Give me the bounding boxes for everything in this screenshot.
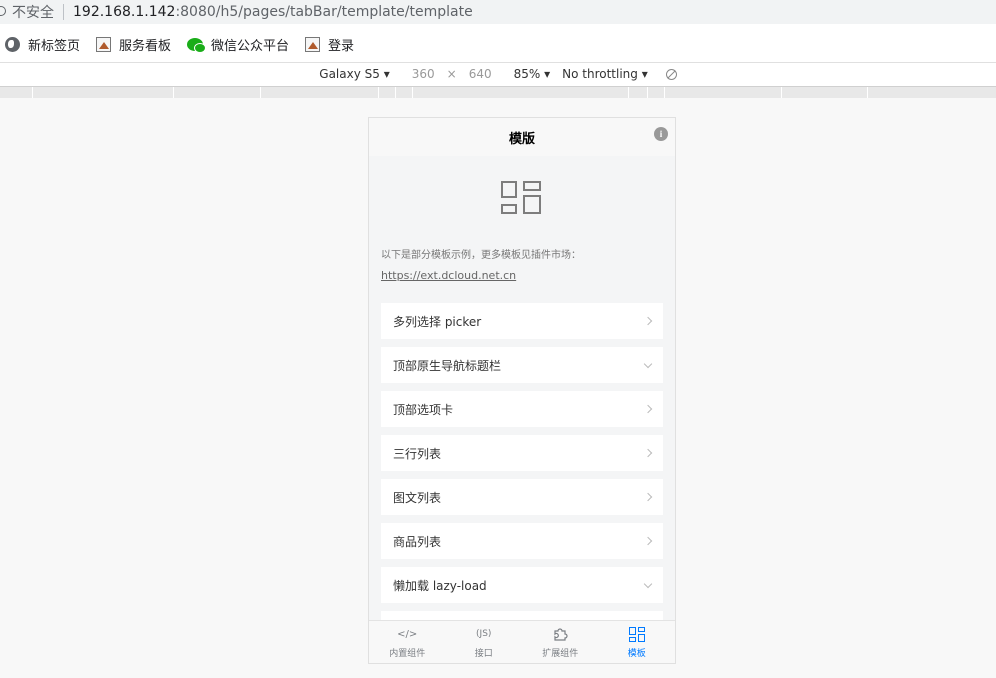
list-item[interactable]: 多列选择 picker (381, 303, 663, 339)
info-icon[interactable]: i (654, 127, 668, 141)
list-item-label: 顶部选项卡 (393, 402, 454, 417)
js-icon: (JS) (476, 629, 492, 639)
disable-icon[interactable] (665, 68, 677, 80)
list-item-label: 商品列表 (393, 534, 442, 549)
tab-label: 接口 (474, 649, 493, 659)
bookmark-new-tab[interactable]: 新标签页 (5, 35, 80, 54)
tab-builtin-components[interactable]: </> 内置组件 (369, 621, 446, 663)
image-icon (96, 36, 112, 52)
dimension-separator: × (446, 67, 457, 81)
bookmark-label: 服务看板 (119, 38, 172, 54)
bookmark-label: 登录 (328, 38, 355, 54)
list-item[interactable]: 商品列表 (381, 523, 663, 559)
viewport-width[interactable]: 360 (412, 67, 435, 81)
tab-bar: </> 内置组件 (JS) 接口 扩展组件 模板 (369, 620, 676, 663)
chevron-right-icon (643, 448, 653, 458)
list-item-label: 图文列表 (393, 490, 442, 505)
url-path[interactable]: :8080/h5/pages/tabBar/template/template (175, 4, 472, 20)
insecure-label[interactable]: 不安全 (12, 2, 54, 22)
globe-icon (5, 36, 20, 52)
list-item-label: 三行列表 (393, 446, 442, 461)
bookmark-label: 新标签页 (28, 38, 81, 54)
template-grid-icon (628, 626, 645, 642)
list-item[interactable]: 顶部选项卡 (381, 391, 663, 427)
list-item[interactable]: 三行列表 (381, 435, 663, 471)
code-icon: </> (397, 628, 418, 640)
tab-label: 模板 (627, 649, 646, 659)
navigation-bar: 模版 i (369, 118, 675, 156)
chevron-right-icon (643, 316, 653, 326)
chevron-right-icon (643, 492, 653, 502)
list-item[interactable]: 懒加载 lazy-load (381, 567, 663, 603)
tab-api[interactable]: (JS) 接口 (446, 621, 523, 663)
intro-text: 以下是部分模板示例，更多模板见插件市场： (381, 250, 581, 261)
list-item-label: 多列选择 picker (393, 314, 482, 329)
puzzle-icon (552, 626, 568, 642)
bookmarks-bar: 新标签页 服务看板 微信公众平台 登录 (0, 26, 996, 63)
chevron-down-icon (643, 579, 653, 588)
tab-label: 扩展组件 (542, 649, 579, 659)
phone-viewport: 模版 i 以下是部分模板示例，更多模板见插件市场： https://ext.dc… (368, 117, 676, 664)
bookmark-service-board[interactable]: 服务看板 (96, 35, 171, 54)
list-item[interactable]: 顶部原生导航标题栏 (381, 347, 663, 383)
intro-block: 以下是部分模板示例，更多模板见插件市场： https://ext.dcloud.… (381, 246, 663, 287)
viewport-height[interactable]: 640 (469, 67, 492, 81)
chevron-down-icon (643, 359, 653, 368)
zoom-select[interactable]: 85% ▾ (514, 67, 551, 81)
bookmark-wechat-platform[interactable]: 微信公众平台 (187, 35, 289, 54)
address-bar[interactable]: 不安全 192.168.1.142:8080/h5/pages/tabBar/t… (0, 0, 996, 24)
tab-extended-components[interactable]: 扩展组件 (522, 621, 599, 663)
list-item[interactable]: 图文列表 (381, 479, 663, 515)
bookmark-label: 微信公众平台 (211, 38, 290, 54)
address-separator (63, 4, 64, 20)
tab-templates[interactable]: 模板 (599, 621, 676, 663)
page-title: 模版 (508, 131, 535, 147)
list-item-label: 懒加载 lazy-load (393, 578, 487, 593)
url-host[interactable]: 192.168.1.142 (73, 4, 175, 20)
device-select[interactable]: Galaxy S5 ▾ (319, 67, 389, 81)
chevron-right-icon (643, 404, 653, 414)
throttling-select[interactable]: No throttling ▾ (562, 67, 648, 81)
template-grid-icon (501, 181, 543, 217)
security-info-icon[interactable] (0, 5, 6, 19)
bookmark-login[interactable]: 登录 (305, 35, 354, 54)
tab-label: 内置组件 (389, 649, 426, 659)
image-icon (305, 36, 321, 52)
chevron-right-icon (643, 536, 653, 546)
list-item-label: 顶部原生导航标题栏 (393, 358, 502, 373)
device-toolbar: Galaxy S5 ▾ 360 × 640 85% ▾ No throttlin… (0, 63, 996, 85)
plugin-market-link[interactable]: https://ext.dcloud.net.cn (381, 269, 516, 282)
template-list: 多列选择 picker 顶部原生导航标题栏 顶部选项卡 三行列表 图文列表 商品… (381, 303, 663, 655)
wechat-icon (187, 37, 207, 53)
